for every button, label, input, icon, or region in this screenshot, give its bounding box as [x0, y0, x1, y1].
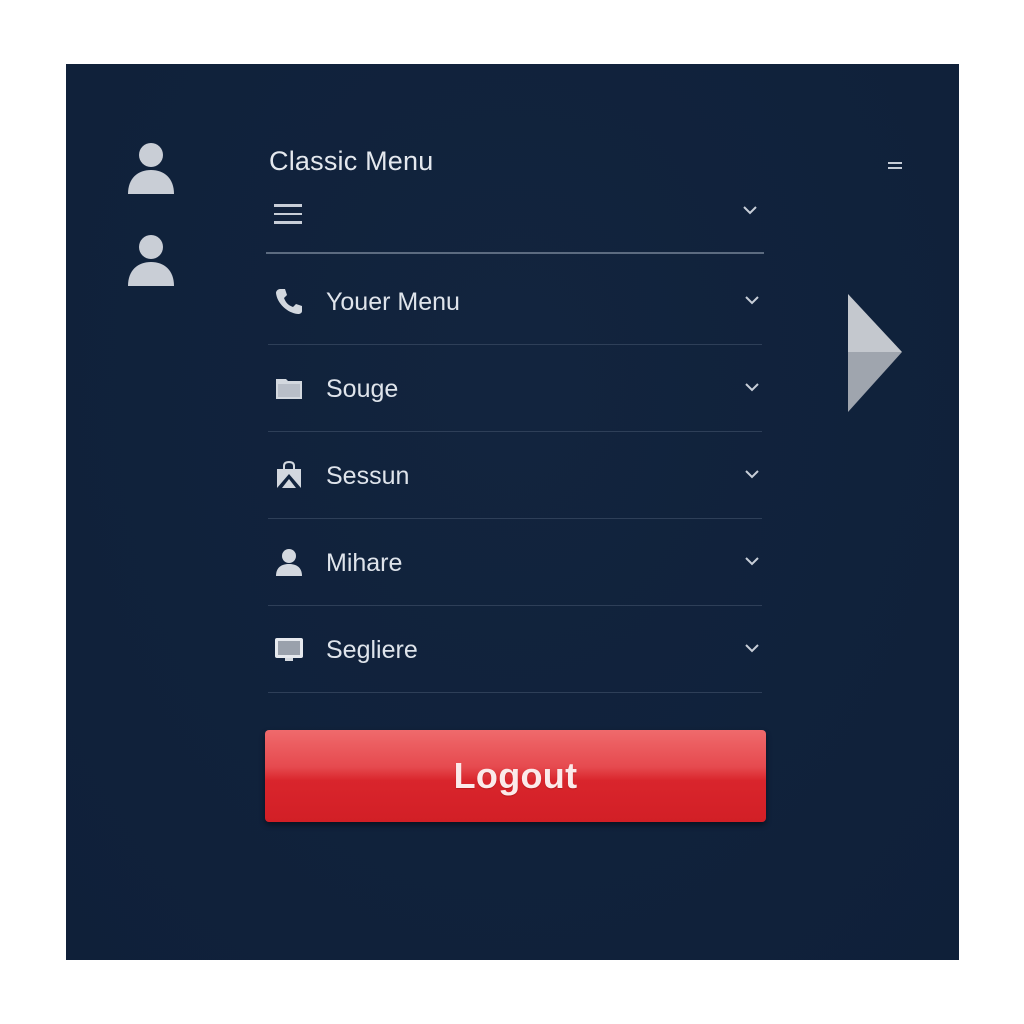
chevron-down-icon[interactable] — [744, 468, 760, 480]
menu-title: Classic Menu — [269, 146, 434, 176]
menu-list: Youer Menu Souge Sessun Mihare Segliere — [268, 258, 762, 693]
chevron-down-icon[interactable] — [744, 642, 760, 654]
menu-item-label: Souge — [326, 375, 399, 403]
header-divider — [266, 252, 764, 254]
menu-toggle-icon[interactable] — [886, 160, 904, 176]
logout-button[interactable]: Logout — [265, 730, 766, 822]
menu-item-segliere[interactable]: Segliere — [268, 606, 762, 693]
menu-header: Classic Menu — [266, 146, 764, 254]
menu-item-label: Segliere — [326, 636, 418, 664]
menu-item-souge[interactable]: Souge — [268, 345, 762, 432]
user-icon — [274, 547, 304, 577]
chevron-down-icon[interactable] — [744, 381, 760, 393]
menu-item-mihare[interactable]: Mihare — [268, 519, 762, 606]
menu-item-label: Sessun — [326, 462, 410, 490]
menu-item-label: Mihare — [326, 549, 403, 577]
user-avatar-icon[interactable] — [126, 232, 176, 288]
phone-icon — [274, 286, 304, 316]
chevron-down-icon[interactable] — [744, 555, 760, 567]
app-window: Classic Menu Youer Menu Souge Sessun Mih… — [0, 0, 1024, 1024]
logout-label: Logout — [453, 755, 578, 796]
menu-item-youer-menu[interactable]: Youer Menu — [268, 258, 762, 345]
monitor-icon — [274, 634, 304, 664]
hamburger-icon[interactable] — [274, 204, 304, 226]
folder-icon — [274, 373, 304, 403]
expand-arrow-icon[interactable] — [846, 292, 904, 414]
menu-item-sessun[interactable]: Sessun — [268, 432, 762, 519]
user-avatar-icon[interactable] — [126, 140, 176, 196]
menu-item-label: Youer Menu — [326, 288, 460, 316]
chevron-down-icon[interactable] — [742, 204, 758, 216]
shopping-bag-icon — [274, 460, 304, 490]
chevron-down-icon[interactable] — [744, 294, 760, 306]
